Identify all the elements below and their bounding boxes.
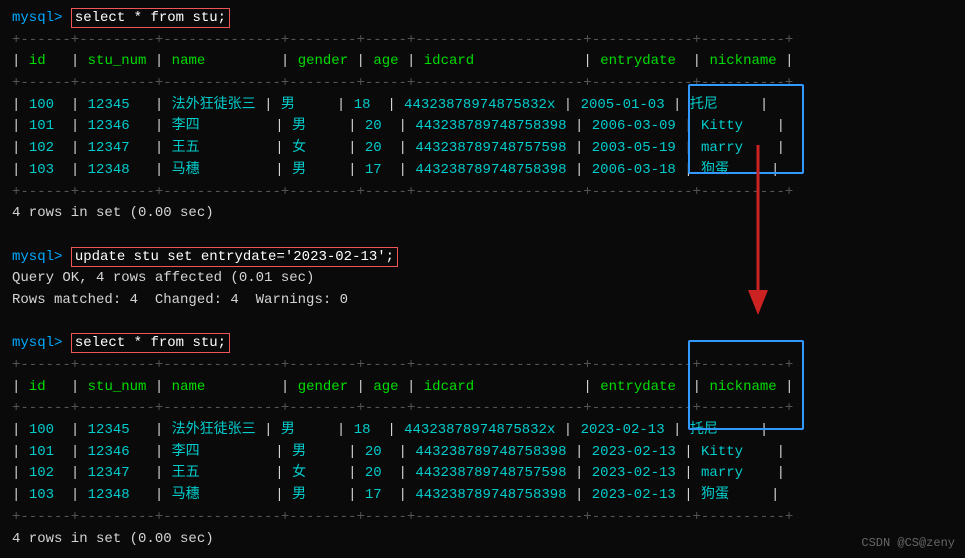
table-row-a4: | 103 | 12348 | 马穗 | 男 | 17 | 4432387897…: [12, 485, 953, 507]
table-row-a1: | 100 | 12345 | 法外狂徒张三 | 男 | 18 | 443238…: [12, 420, 953, 442]
table-header-1: | id | stu_num | name | gender | age | i…: [12, 51, 953, 73]
divider-top-2: +------+---------+--------------+-------…: [12, 355, 953, 377]
prompt-line-2: mysql> update stu set entrydate='2023-02…: [12, 247, 953, 269]
watermark: CSDN @CS@zeny: [861, 536, 955, 550]
command-3: select * from stu;: [71, 333, 230, 353]
rows-matched: Rows matched: 4 Changed: 4 Warnings: 0: [12, 290, 953, 312]
terminal: mysql> select * from stu; +------+------…: [0, 0, 965, 558]
prompt-line-1: mysql> select * from stu;: [12, 8, 953, 30]
divider-bot-1: +------+---------+--------------+-------…: [12, 182, 953, 204]
result-1: 4 rows in set (0.00 sec): [12, 203, 953, 225]
divider-top-1: +------+---------+--------------+-------…: [12, 30, 953, 52]
table-row-b3: | 102 | 12347 | 王五 | 女 | 20 | 4432387897…: [12, 138, 953, 160]
table-row-a3: | 102 | 12347 | 王五 | 女 | 20 | 4432387897…: [12, 463, 953, 485]
table-row-b1: | 100 | 12345 | 法外狂徒张三 | 男 | 18 | 443238…: [12, 95, 953, 117]
table-header-2: | id | stu_num | name | gender | age | i…: [12, 377, 953, 399]
command-1: select * from stu;: [71, 8, 230, 28]
blank-1: [12, 225, 953, 247]
divider-mid-1: +------+---------+--------------+-------…: [12, 73, 953, 95]
prompt-1: mysql>: [12, 10, 62, 26]
prompt-2: mysql>: [12, 249, 62, 265]
blank-2: [12, 312, 953, 334]
table-row-a2: | 101 | 12346 | 李四 | 男 | 20 | 4432387897…: [12, 442, 953, 464]
result-2: 4 rows in set (0.00 sec): [12, 529, 953, 551]
divider-mid-2: +------+---------+--------------+-------…: [12, 398, 953, 420]
prompt-3: mysql>: [12, 335, 62, 351]
divider-bot-2: +------+---------+--------------+-------…: [12, 507, 953, 529]
table-row-b2: | 101 | 12346 | 李四 | 男 | 20 | 4432387897…: [12, 116, 953, 138]
command-2: update stu set entrydate='2023-02-13';: [71, 247, 398, 267]
prompt-line-3: mysql> select * from stu;: [12, 333, 953, 355]
table-row-b4: | 103 | 12348 | 马穗 | 男 | 17 | 4432387897…: [12, 160, 953, 182]
query-ok: Query OK, 4 rows affected (0.01 sec): [12, 268, 953, 290]
